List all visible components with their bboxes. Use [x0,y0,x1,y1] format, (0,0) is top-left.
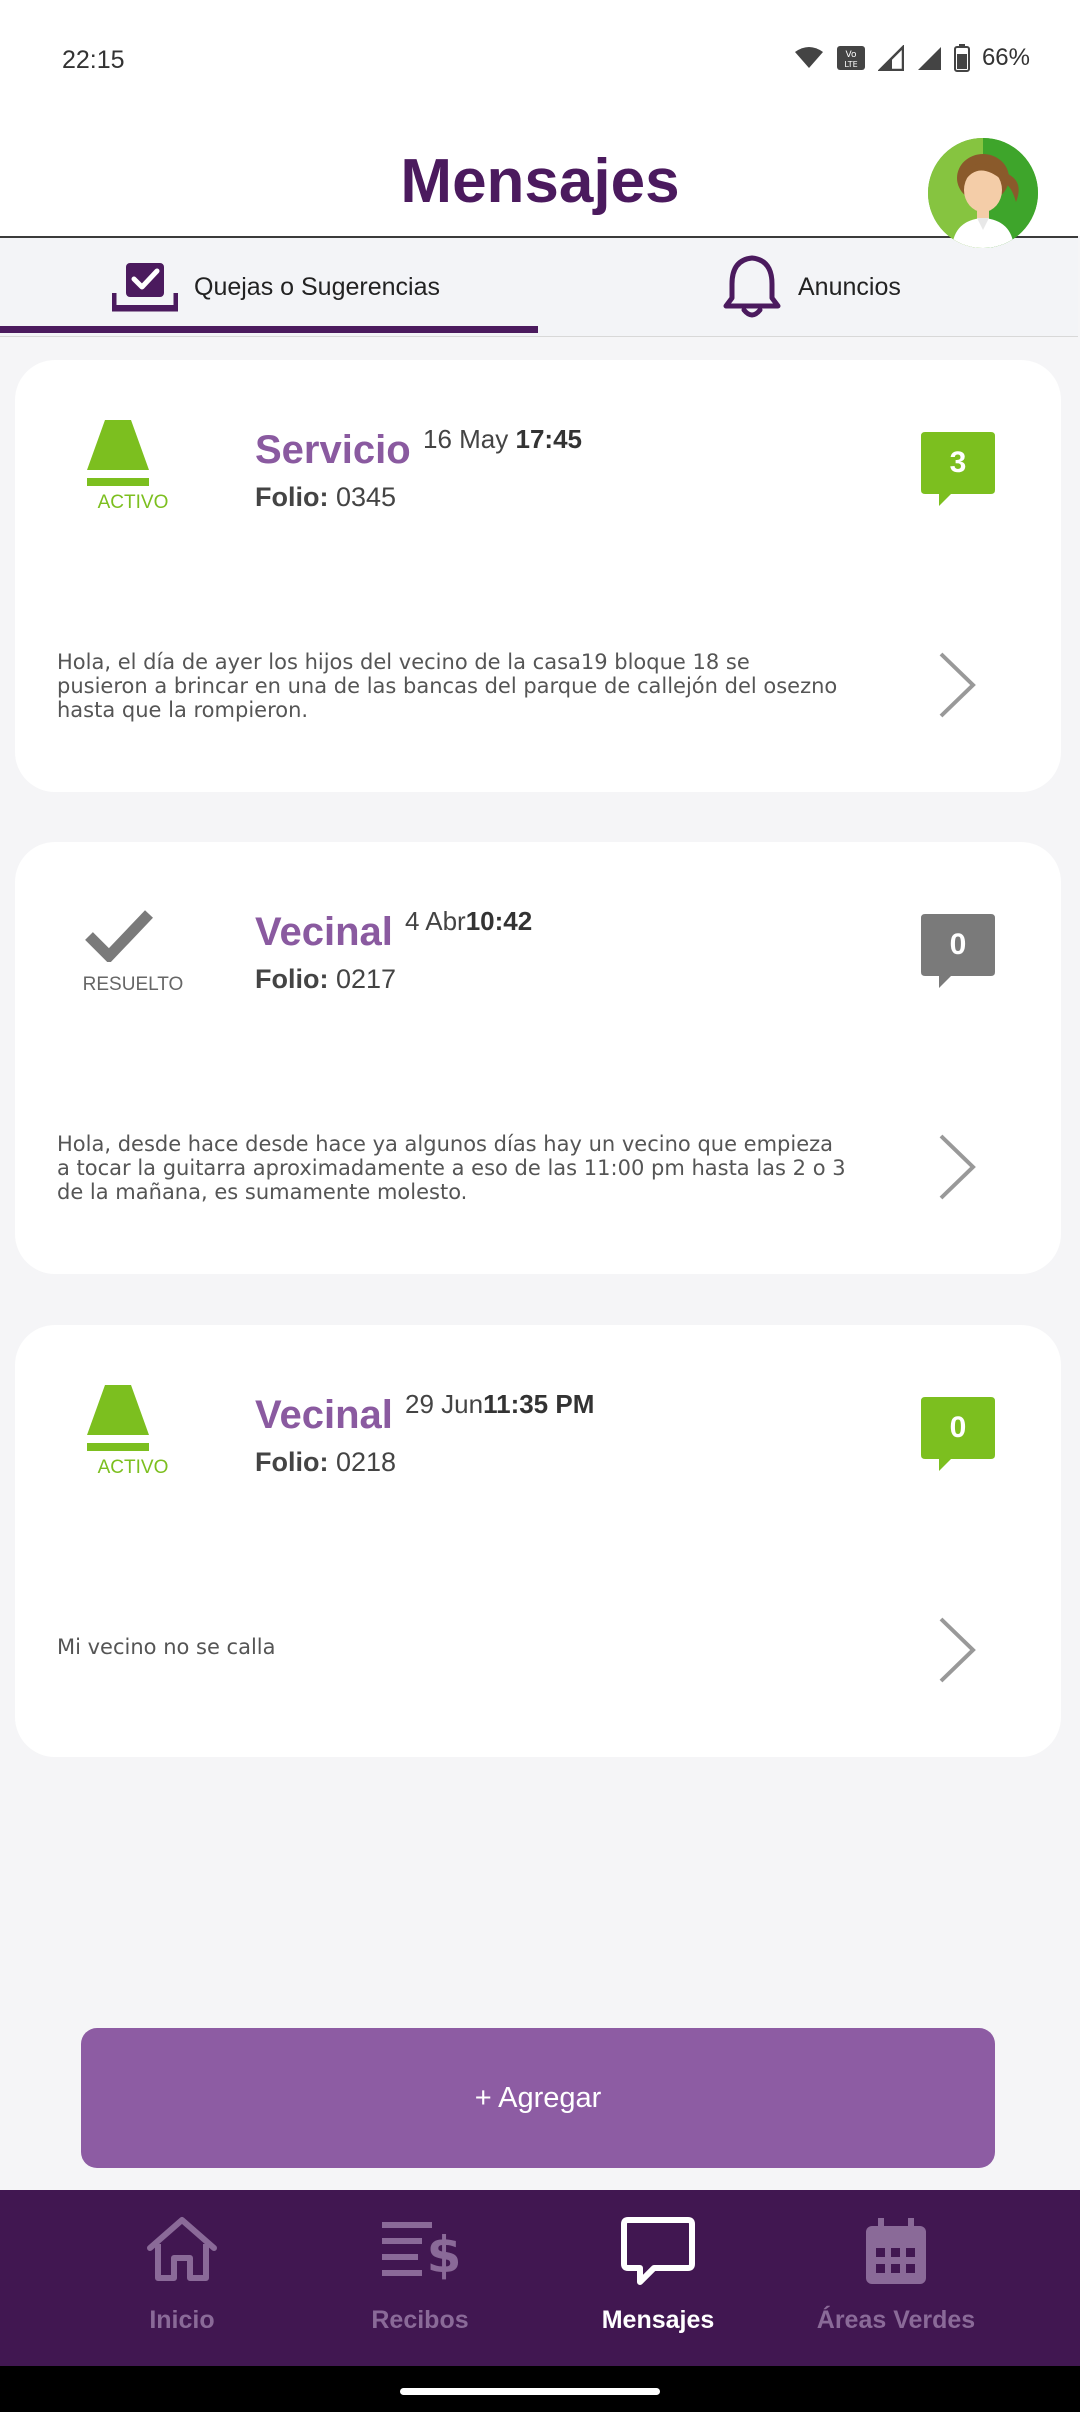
comment-count-badge: 3 [921,432,995,512]
svg-text:Vo: Vo [845,50,856,60]
nav-item-recibos[interactable]: $ Recibos [300,2190,540,2366]
avatar-icon [928,138,1038,248]
card-category: Vecinal [255,910,393,954]
svg-text:LTE: LTE [844,60,857,69]
card-category: Servicio [255,428,411,472]
chevron-right-icon[interactable] [935,1615,979,1685]
card-time: 10:42 [465,906,533,936]
tab-anuncios-label: Anuncios [798,272,901,301]
nav-item-mensajes[interactable]: Mensajes [538,2190,778,2366]
message-card[interactable]: ACTIVO Vecinal 29 Jun11:35 PM Folio: 021… [15,1325,1061,1757]
card-date: 29 Jun11:35 PM [405,1389,595,1419]
tab-quejas-sugerencias[interactable]: Quejas o Sugerencias [112,238,440,336]
status-label: ACTIVO [97,1457,169,1478]
card-folio: Folio: 0217 [255,964,397,994]
page-title: Mensajes [400,147,680,216]
header: Mensajes [0,124,1080,248]
status-time: 22:15 [62,46,125,74]
nav-label: Áreas Verdes [816,2306,976,2334]
gesture-bar [0,2366,1080,2412]
checkbox-tray-icon [112,263,178,312]
tab-active-indicator [0,326,538,333]
nav-item-inicio[interactable]: Inicio [62,2190,302,2366]
nav-label: Mensajes [601,2306,715,2334]
card-message-text: Hola, el día de ayer los hijos del vecin… [57,650,838,722]
bell-icon [723,255,781,318]
card-date: 16 May 17:45 [423,424,583,454]
battery-icon [953,44,970,72]
message-card[interactable]: RESUELTO Vecinal 4 Abr10:42 Folio: 0217 … [15,842,1061,1274]
chevron-right-icon[interactable] [935,650,979,720]
traffic-cone-icon [87,1385,149,1451]
status-bar: 22:15 Vo LTE 66% [0,0,1080,124]
status-label: RESUELTO [82,974,184,995]
volte-icon: VoLTE [836,46,865,70]
nav-item-areas-verdes[interactable]: Áreas Verdes [776,2190,1016,2366]
message-card[interactable]: ACTIVO Servicio 16 May 17:45 Folio: 0345… [15,360,1061,792]
card-time: 17:45 [515,424,583,454]
tab-quejas-label: Quejas o Sugerencias [194,272,440,301]
calendar-icon [866,2218,926,2284]
home-icon [147,2217,217,2281]
home-gesture-handle[interactable] [400,2388,660,2395]
status-icons: Vo LTE 66% [794,44,1030,72]
card-time: 11:35 PM [483,1389,595,1419]
traffic-cone-icon [87,420,149,486]
card-date: 4 Abr10:42 [405,906,533,936]
card-message-text: Hola, desde hace desde hace ya algunos d… [57,1132,846,1204]
card-folio: Folio: 0345 [255,482,397,512]
add-button[interactable]: + Agregar [81,2028,995,2168]
tab-bar: Quejas o Sugerencias Anuncios [0,236,1078,337]
comment-count: 3 [949,446,967,479]
chevron-right-icon[interactable] [935,1132,979,1202]
nav-label: Inicio [149,2306,215,2334]
svg-text:$: $ [427,2226,460,2282]
comment-count: 0 [949,1411,967,1444]
card-message-text: Mi vecino no se calla [57,1635,276,1659]
signal-icon-2 [917,47,941,70]
signal-icon [877,45,904,71]
bottom-nav: Inicio $ Recibos Mensajes Áreas Verdes [0,2190,1080,2366]
card-category: Vecinal [255,1393,393,1437]
status-label: ACTIVO [97,492,169,513]
checkmark-icon [85,910,153,962]
wifi-icon [794,47,823,68]
tab-anuncios[interactable]: Anuncios [722,238,901,336]
comment-count-badge: 0 [921,914,995,994]
card-folio: Folio: 0218 [255,1447,397,1477]
battery-level: 66% [981,44,1030,71]
chat-icon [621,2217,695,2285]
receipts-icon: $ [382,2222,460,2282]
comment-count-badge: 0 [921,1397,995,1477]
nav-label: Recibos [371,2306,469,2334]
avatar[interactable] [928,138,1038,248]
comment-count: 0 [949,928,967,961]
